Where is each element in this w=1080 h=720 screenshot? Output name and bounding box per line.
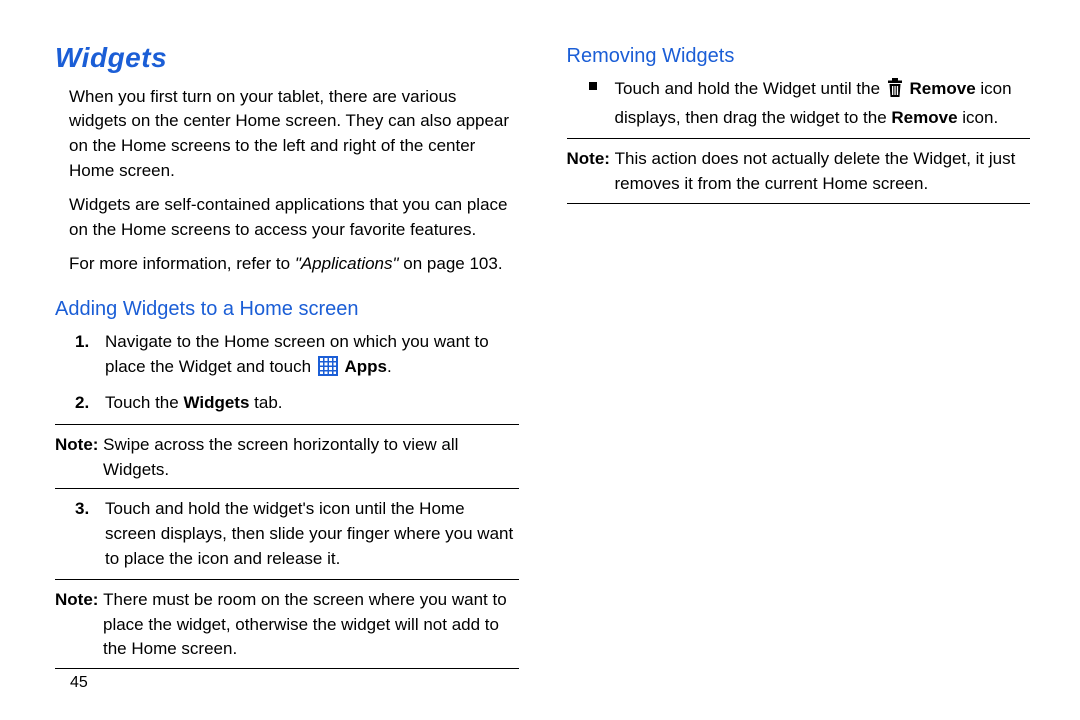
bullet-remove-label-1: Remove [910,79,976,98]
intro-paragraph-1: When you first turn on your tablet, ther… [69,85,519,184]
divider [55,424,519,425]
ref-prefix: For more information, refer to [69,254,295,273]
divider [55,488,519,489]
steps-list-adding: 1. Navigate to the Home screen on which … [55,330,519,416]
note-label: Note: [55,590,103,609]
note-room: Note: There must be room on the screen w… [55,588,519,662]
divider [567,138,1031,139]
step-3-number: 3. [75,497,89,522]
step-3: 3. Touch and hold the widget's icon unti… [105,497,519,571]
step-3-text: Touch and hold the widget's icon until t… [105,499,513,567]
bullet-text-e: icon. [958,108,999,127]
step-2-widgets-label: Widgets [183,393,249,412]
step-2: 2. Touch the Widgets tab. [105,391,519,416]
divider [55,579,519,580]
left-column: Widgets When you first turn on your tabl… [55,38,519,700]
note-swipe-body: Swipe across the screen horizontally to … [103,435,458,479]
square-bullet-icon [589,82,597,90]
removing-bullet-item: Touch and hold the Widget until the Remo… [615,77,1031,130]
note-label: Note: [55,435,103,454]
apps-grid-icon [318,356,338,384]
step-1-text-c: . [387,357,392,376]
intro-paragraph-2: Widgets are self-contained applications … [69,193,519,242]
ref-link-applications: "Applications" [295,254,399,273]
page-number: 45 [70,671,88,694]
divider [55,668,519,669]
intro-block: When you first turn on your tablet, ther… [55,85,519,277]
steps-list-adding-cont: 3. Touch and hold the widget's icon unti… [55,497,519,571]
step-1-text-a: Navigate to the Home screen on which you… [105,332,489,376]
step-2-text-c: tab. [249,393,282,412]
step-1-number: 1. [75,330,89,355]
step-1-apps-label: Apps [344,357,387,376]
section-title-widgets: Widgets [55,38,519,79]
removing-bullet-list: Touch and hold the Widget until the Remo… [567,77,1031,130]
note-label: Note: [567,149,615,168]
note-swipe: Note: Swipe across the screen horizontal… [55,433,519,482]
note-not-delete: Note: This action does not actually dele… [567,147,1031,196]
note-room-body: There must be room on the screen where y… [103,590,507,658]
ref-suffix: on page 103. [399,254,503,273]
right-column: Removing Widgets Touch and hold the Widg… [567,38,1031,700]
note-not-delete-body: This action does not actually delete the… [615,149,1016,193]
divider [567,203,1031,204]
step-2-number: 2. [75,391,89,416]
bullet-remove-label-2: Remove [891,108,957,127]
subheading-adding-widgets: Adding Widgets to a Home screen [55,295,519,324]
bullet-text-a: Touch and hold the Widget until the [615,79,885,98]
step-1: 1. Navigate to the Home screen on which … [105,330,519,383]
step-2-text-a: Touch the [105,393,183,412]
trash-icon [887,78,903,106]
cross-reference: For more information, refer to "Applicat… [69,252,519,277]
subheading-removing-widgets: Removing Widgets [567,42,1031,71]
